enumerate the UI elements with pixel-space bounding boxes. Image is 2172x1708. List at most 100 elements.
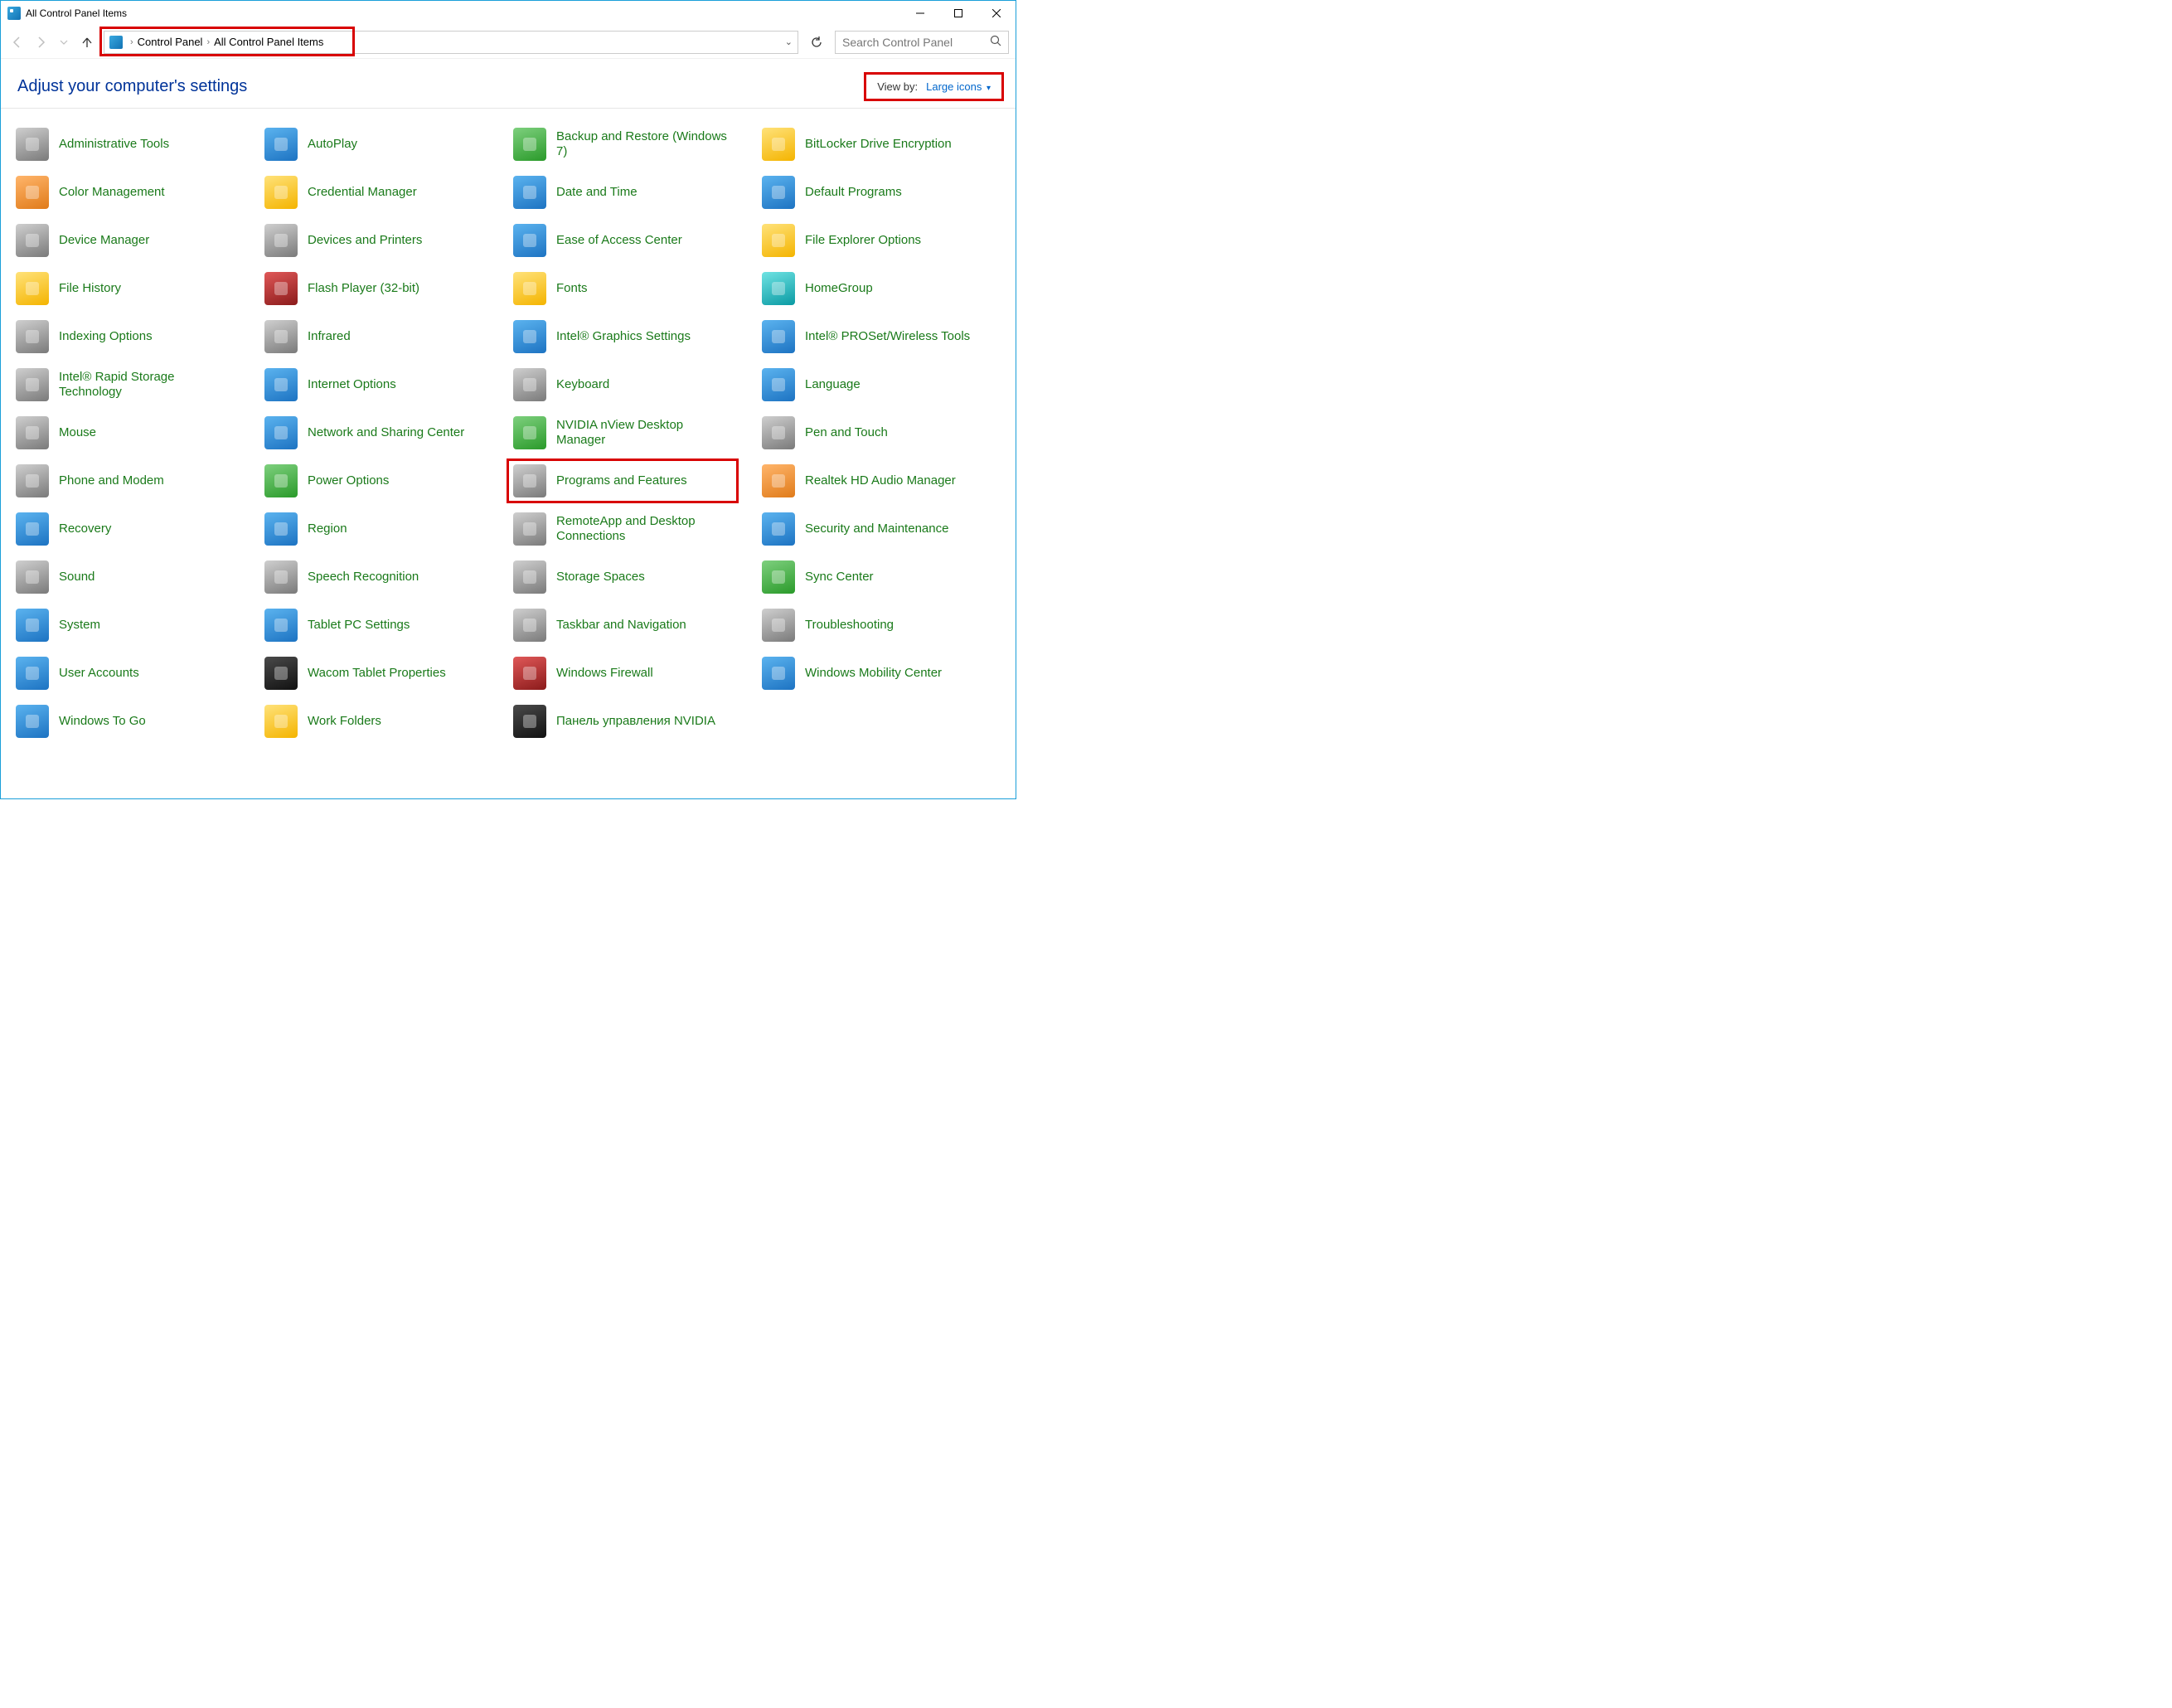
power-icon bbox=[264, 464, 298, 497]
control-panel-item[interactable]: NVIDIA nView Desktop Manager bbox=[510, 414, 755, 452]
control-panel-item[interactable]: Speech Recognition bbox=[261, 558, 507, 596]
item-label: Language bbox=[805, 377, 861, 392]
control-panel-item[interactable]: Ease of Access Center bbox=[510, 221, 755, 260]
control-panel-item[interactable]: Internet Options bbox=[261, 366, 507, 404]
control-panel-item[interactable]: System bbox=[12, 606, 258, 644]
control-panel-item[interactable]: Windows Firewall bbox=[510, 654, 755, 692]
control-panel-item[interactable]: Recovery bbox=[12, 510, 258, 548]
item-label: Intel® Rapid Storage Technology bbox=[59, 370, 233, 400]
control-panel-item[interactable]: Windows To Go bbox=[12, 702, 258, 740]
item-label: Date and Time bbox=[556, 185, 638, 200]
item-label: Fonts bbox=[556, 281, 588, 296]
view-by-control[interactable]: View by: Large icons ▾ bbox=[869, 77, 999, 96]
control-panel-item[interactable]: Tablet PC Settings bbox=[261, 606, 507, 644]
control-panel-item[interactable]: BitLocker Drive Encryption bbox=[759, 125, 1004, 163]
item-label: Sync Center bbox=[805, 570, 874, 585]
recent-dropdown[interactable] bbox=[54, 32, 74, 52]
item-label: Security and Maintenance bbox=[805, 522, 948, 536]
control-panel-item[interactable]: Storage Spaces bbox=[510, 558, 755, 596]
maximize-button[interactable] bbox=[939, 1, 977, 26]
control-panel-item[interactable]: Default Programs bbox=[759, 173, 1004, 211]
window-controls bbox=[901, 1, 1016, 26]
close-button[interactable] bbox=[977, 1, 1016, 26]
maximize-icon bbox=[954, 9, 962, 17]
window-title: All Control Panel Items bbox=[26, 7, 127, 19]
control-panel-item[interactable]: Date and Time bbox=[510, 173, 755, 211]
tools-icon bbox=[16, 128, 49, 161]
control-panel-item[interactable]: Device Manager bbox=[12, 221, 258, 260]
pen-icon bbox=[762, 416, 795, 449]
control-panel-item[interactable]: Infrared bbox=[261, 318, 507, 356]
address-bar[interactable]: › Control Panel › All Control Panel Item… bbox=[104, 31, 798, 54]
infrared-icon bbox=[264, 320, 298, 353]
sync-icon bbox=[762, 560, 795, 594]
control-panel-item[interactable]: Wacom Tablet Properties bbox=[261, 654, 507, 692]
refresh-button[interactable] bbox=[805, 31, 828, 54]
item-label: Windows To Go bbox=[59, 714, 146, 729]
nvidia-nview-icon bbox=[513, 416, 546, 449]
item-label: Wacom Tablet Properties bbox=[308, 666, 446, 681]
control-panel-item[interactable]: Fonts bbox=[510, 269, 755, 308]
item-label: Recovery bbox=[59, 522, 111, 536]
breadcrumb-current[interactable]: All Control Panel Items bbox=[214, 36, 323, 48]
control-panel-item[interactable]: Windows Mobility Center bbox=[759, 654, 1004, 692]
control-panel-item[interactable]: Region bbox=[261, 510, 507, 548]
control-panel-item[interactable]: Phone and Modem bbox=[12, 462, 258, 500]
autoplay-icon bbox=[264, 128, 298, 161]
control-panel-item[interactable]: Панель управления NVIDIA bbox=[510, 702, 755, 740]
control-panel-item[interactable]: Network and Sharing Center bbox=[261, 414, 507, 452]
address-dropdown-icon[interactable]: ⌄ bbox=[780, 36, 793, 47]
item-label: Ease of Access Center bbox=[556, 233, 682, 248]
control-panel-item[interactable]: Backup and Restore (Windows 7) bbox=[510, 125, 755, 163]
control-panel-item[interactable]: Sound bbox=[12, 558, 258, 596]
breadcrumb-sep-icon: › bbox=[126, 37, 138, 47]
control-panel-item[interactable]: Power Options bbox=[261, 462, 507, 500]
control-panel-item[interactable]: Administrative Tools bbox=[12, 125, 258, 163]
lock-icon bbox=[762, 128, 795, 161]
search-icon bbox=[990, 35, 1001, 49]
backup-icon bbox=[513, 128, 546, 161]
control-panel-item[interactable]: Indexing Options bbox=[12, 318, 258, 356]
control-panel-item[interactable]: Sync Center bbox=[759, 558, 1004, 596]
control-panel-item[interactable]: File History bbox=[12, 269, 258, 308]
control-panel-item[interactable]: Flash Player (32-bit) bbox=[261, 269, 507, 308]
control-panel-item[interactable]: Language bbox=[759, 366, 1004, 404]
control-panel-item[interactable]: Security and Maintenance bbox=[759, 510, 1004, 548]
control-panel-item[interactable]: Keyboard bbox=[510, 366, 755, 404]
control-panel-item[interactable]: Intel® Rapid Storage Technology bbox=[12, 366, 258, 404]
firewall-icon bbox=[513, 657, 546, 690]
control-panel-item[interactable]: File Explorer Options bbox=[759, 221, 1004, 260]
control-panel-item[interactable]: Credential Manager bbox=[261, 173, 507, 211]
item-label: Mouse bbox=[59, 425, 96, 440]
control-panel-item[interactable]: Color Management bbox=[12, 173, 258, 211]
control-panel-item[interactable]: Intel® PROSet/Wireless Tools bbox=[759, 318, 1004, 356]
tablet-icon bbox=[264, 609, 298, 642]
breadcrumb-root[interactable]: Control Panel bbox=[138, 36, 203, 48]
mouse-icon bbox=[16, 416, 49, 449]
control-panel-item[interactable]: Devices and Printers bbox=[261, 221, 507, 260]
control-panel-item[interactable]: Pen and Touch bbox=[759, 414, 1004, 452]
control-panel-item[interactable]: Programs and Features bbox=[510, 462, 755, 500]
titlebar: All Control Panel Items bbox=[1, 1, 1016, 26]
forward-button[interactable] bbox=[31, 32, 51, 52]
up-button[interactable] bbox=[77, 32, 97, 52]
control-panel-item[interactable]: Work Folders bbox=[261, 702, 507, 740]
item-label: BitLocker Drive Encryption bbox=[805, 137, 952, 152]
search-input[interactable]: Search Control Panel bbox=[835, 31, 1009, 54]
item-label: Administrative Tools bbox=[59, 137, 169, 152]
back-button[interactable] bbox=[7, 32, 27, 52]
control-panel-item[interactable]: HomeGroup bbox=[759, 269, 1004, 308]
control-panel-item[interactable]: Realtek HD Audio Manager bbox=[759, 462, 1004, 500]
control-panel-item[interactable]: User Accounts bbox=[12, 654, 258, 692]
system-icon bbox=[16, 609, 49, 642]
history-icon bbox=[16, 272, 49, 305]
item-label: RemoteApp and Desktop Connections bbox=[556, 514, 730, 544]
control-panel-item[interactable]: Troubleshooting bbox=[759, 606, 1004, 644]
control-panel-item[interactable]: Taskbar and Navigation bbox=[510, 606, 755, 644]
control-panel-item[interactable]: Mouse bbox=[12, 414, 258, 452]
flash-icon bbox=[264, 272, 298, 305]
control-panel-item[interactable]: Intel® Graphics Settings bbox=[510, 318, 755, 356]
control-panel-item[interactable]: AutoPlay bbox=[261, 125, 507, 163]
minimize-button[interactable] bbox=[901, 1, 939, 26]
control-panel-item[interactable]: RemoteApp and Desktop Connections bbox=[510, 510, 755, 548]
